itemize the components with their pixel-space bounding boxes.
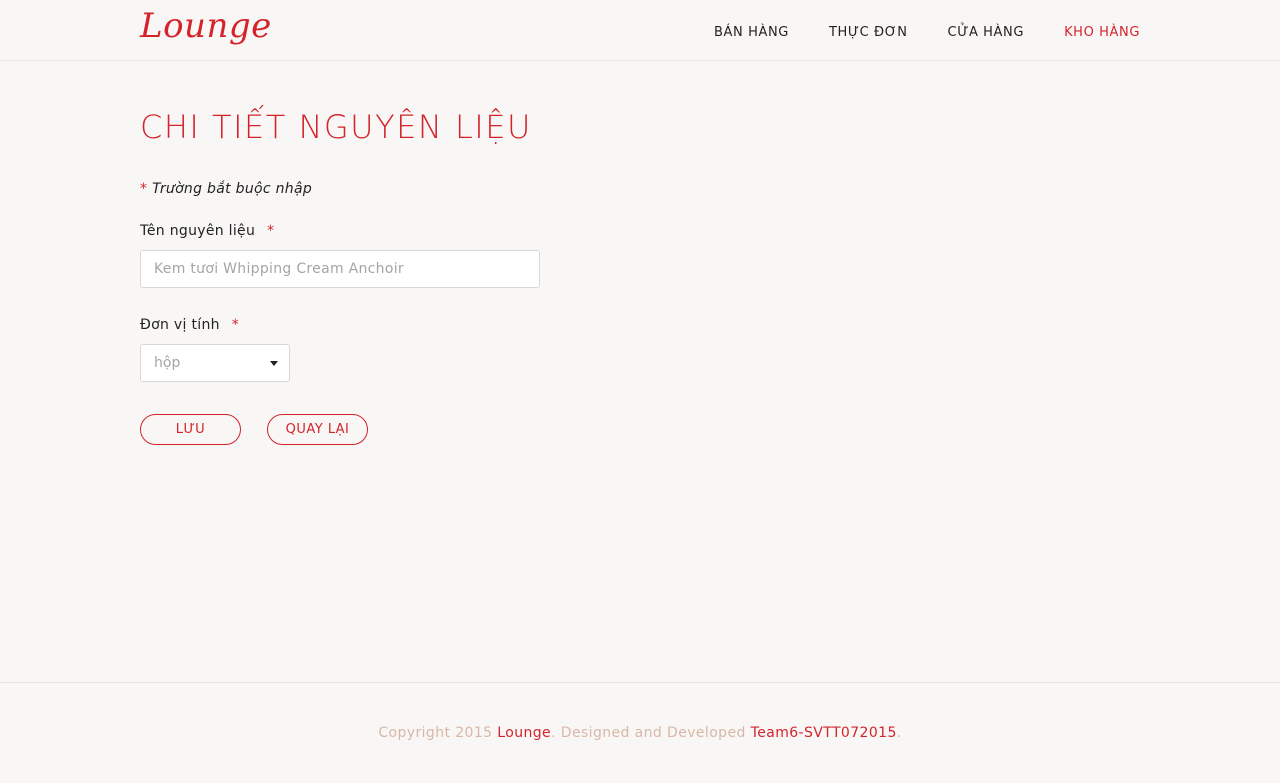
required-note: * Trường bắt buộc nhập <box>140 181 1140 197</box>
unit-select-value: hộp <box>154 355 181 371</box>
nav-link-ban-hang[interactable]: BÁN HÀNG <box>714 25 789 40</box>
nav-link-thuc-don[interactable]: THỰC ĐƠN <box>829 25 908 40</box>
unit-field-label-text: Đơn vị tính <box>140 317 220 333</box>
unit-select[interactable]: hộp <box>140 344 290 382</box>
copyright-prefix: Copyright 2015 <box>378 725 498 741</box>
footer-brand-link[interactable]: Lounge <box>497 725 551 741</box>
copyright-middle: . Designed and Developed <box>551 725 751 741</box>
required-note-text: Trường bắt buộc nhập <box>152 181 313 197</box>
nav-item-ban-hang: BÁN HÀNG <box>714 21 789 40</box>
name-field-label-text: Tên nguyên liệu <box>140 223 256 239</box>
nav-link-cua-hang[interactable]: CỬA HÀNG <box>948 25 1025 40</box>
nav-link-kho-hang[interactable]: KHO HÀNG <box>1064 25 1140 40</box>
form-actions: LƯU QUAY LẠI <box>140 414 1140 445</box>
unit-field-label: Đơn vị tính * <box>140 317 1140 333</box>
main-content: CHI TIẾT NGUYÊN LIỆU * Trường bắt buộc n… <box>140 100 1140 445</box>
back-button[interactable]: QUAY LẠI <box>267 414 368 445</box>
unit-required-star: * <box>231 317 240 333</box>
nav-item-thuc-don: THỰC ĐƠN <box>829 21 908 40</box>
page-title: CHI TIẾT NGUYÊN LIỆU <box>140 108 532 146</box>
nav-item-cua-hang: CỬA HÀNG <box>948 21 1025 40</box>
footer-team-link[interactable]: Team6-SVTT072015 <box>751 725 897 741</box>
copyright-text: Copyright 2015 Lounge. Designed and Deve… <box>0 725 1280 741</box>
required-star: * <box>140 181 148 197</box>
copyright-suffix: . <box>896 725 902 741</box>
brand-logo[interactable]: Lounge <box>140 4 272 48</box>
name-required-star: * <box>267 223 275 239</box>
page-footer: Copyright 2015 Lounge. Designed and Deve… <box>0 682 1280 783</box>
name-field-label: Tên nguyên liệu * <box>140 223 1140 239</box>
main-nav: BÁN HÀNG THỰC ĐƠN CỬA HÀNG KHO HÀNG <box>714 0 1140 61</box>
ingredient-name-input[interactable] <box>140 250 540 288</box>
save-button[interactable]: LƯU <box>140 414 241 445</box>
top-navbar: Lounge BÁN HÀNG THỰC ĐƠN CỬA HÀNG KHO HÀ… <box>0 0 1280 61</box>
caret-down-icon <box>270 361 278 366</box>
nav-item-kho-hang: KHO HÀNG <box>1064 21 1140 40</box>
